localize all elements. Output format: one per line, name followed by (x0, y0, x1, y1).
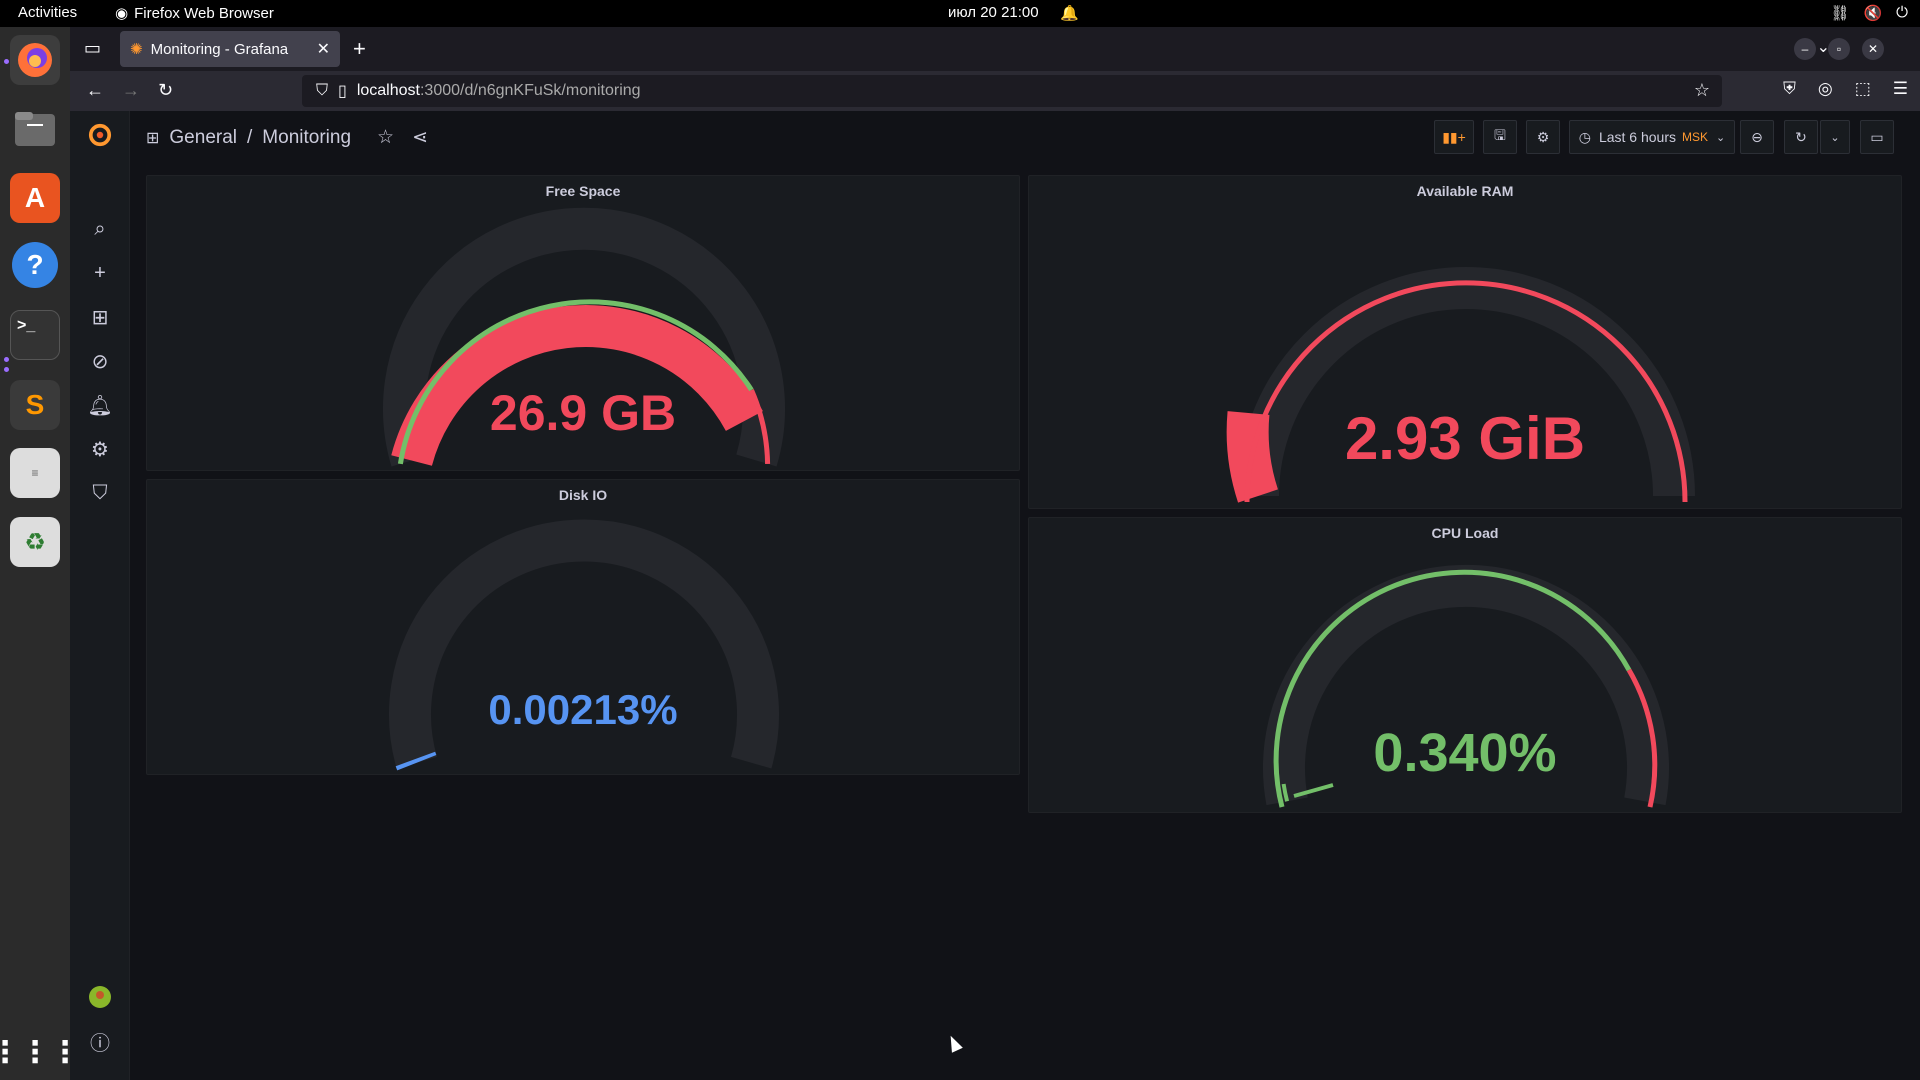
timezone-label: MSK (1682, 130, 1709, 144)
time-picker-button[interactable]: ◷ Last 6 hours MSK ⌄ (1569, 120, 1735, 154)
dashboard-settings-button[interactable]: ⚙ (1526, 120, 1560, 154)
tab-strip: ▭ ✺ Monitoring - Grafana ✕ + ⌄ – ▫ ✕ (70, 27, 1920, 71)
breadcrumb-separator: / (247, 126, 253, 148)
close-window-button[interactable]: ✕ (1862, 38, 1884, 60)
dock-sublime-icon[interactable]: S (10, 380, 60, 430)
gauge-threshold-blue (407, 761, 412, 766)
gauge-value: 2.93 GiB (1344, 405, 1586, 472)
panel-title: Free Space (545, 183, 621, 199)
save-dashboard-button[interactable]: 🖫 (1483, 120, 1517, 154)
refresh-button[interactable]: ↻ (1784, 120, 1818, 154)
notification-bell-icon: 🔔 (1060, 5, 1079, 22)
activities-button[interactable]: Activities (18, 4, 77, 21)
dock-trash-icon[interactable]: ♻ (10, 517, 60, 567)
show-apps-icon[interactable]: ⋮⋮⋮ (0, 1027, 80, 1077)
search-icon[interactable]: ⌕ (88, 217, 112, 241)
minimize-button[interactable]: – (1794, 38, 1816, 60)
clock[interactable]: июл 20 21:00 (948, 4, 1039, 21)
bookmark-star-icon[interactable]: ☆ (1694, 80, 1710, 101)
clock-icon: ◷ (1578, 128, 1591, 145)
dock-server-icon[interactable]: ≡ (10, 448, 60, 498)
panel-title: Available RAM (1416, 183, 1514, 199)
refresh-interval-chevron-icon[interactable]: ⌄ (1820, 120, 1850, 154)
panel-title: Disk IO (558, 487, 608, 503)
dock-running-indicator (4, 357, 9, 362)
address-bar[interactable]: ⛉ ▯ localhost :3000/d/n6gnKFuSk/monitori… (302, 75, 1722, 107)
panel-available-ram[interactable]: Available RAM 2.93 GiB (1028, 175, 1902, 509)
help-icon[interactable]: ⓘ (88, 1029, 112, 1055)
explore-icon[interactable]: ⊘ (88, 349, 112, 373)
panel-title: CPU Load (1431, 525, 1499, 541)
tab-overview-icon[interactable]: ▭ (84, 38, 101, 59)
chevron-down-icon: ⌄ (1716, 131, 1726, 144)
url-host: localhost (356, 82, 420, 99)
grafana-favicon-icon: ✺ (130, 41, 143, 58)
tab-close-icon[interactable]: ✕ (317, 39, 330, 59)
gauge-value: 0.340% (1373, 723, 1557, 783)
zoom-out-button[interactable]: ⊖ (1740, 120, 1774, 154)
star-icon[interactable]: ☆ (377, 126, 394, 149)
dock-terminal-icon[interactable]: >_ (10, 310, 60, 360)
breadcrumb-dashboard[interactable]: Monitoring (262, 127, 351, 149)
back-button[interactable]: ← (86, 80, 104, 101)
pocket-icon[interactable]: ⛨ (1783, 79, 1796, 99)
dashboard-header: ⊞ General / Monitoring ☆ ⋖ ▮▮+ 🖫 ⚙ ◷ Las… (130, 111, 1920, 171)
system-tray[interactable]: ⛓ 🔇 ⏻ (1830, 4, 1908, 22)
menu-icon[interactable]: ☰ (1893, 79, 1908, 99)
tab-title: Monitoring - Grafana (150, 40, 289, 58)
dock-running-indicator (4, 367, 9, 372)
gauge-value: 26.9 GB (489, 385, 677, 441)
grafana-logo-icon[interactable] (88, 123, 112, 147)
new-tab-button[interactable]: + (353, 36, 366, 62)
dock-running-indicator (4, 59, 9, 64)
share-icon[interactable]: ⋖ (412, 126, 428, 149)
grafana-main: ⊞ General / Monitoring ☆ ⋖ ▮▮+ 🖫 ⚙ ◷ Las… (130, 111, 1920, 1080)
nav-bar: ← → ↻ ⛉ ▯ localhost :3000/d/n6gnKFuSk/mo… (70, 71, 1920, 111)
breadcrumb-folder[interactable]: General (169, 127, 237, 149)
volume-icon: 🔇 (1863, 5, 1883, 22)
dock-files-icon[interactable] (10, 104, 60, 154)
tv-mode-button[interactable]: ▭ (1860, 120, 1894, 154)
alerting-bell-icon[interactable]: 🔔︎ (87, 393, 112, 417)
dock-help-icon[interactable]: ? (12, 242, 58, 288)
panel-cpu-load[interactable]: CPU Load 0.340% (1028, 517, 1902, 813)
dock-firefox-icon[interactable] (10, 35, 60, 85)
network-icon: ⛓ (1830, 5, 1850, 22)
dashboards-icon[interactable]: ⊞ (88, 305, 112, 329)
panel-disk-io[interactable]: Disk IO 0.00213% (146, 479, 1020, 775)
time-range-label: Last 6 hours (1598, 129, 1677, 145)
shield-icon: ⛉ (316, 82, 329, 99)
firefox-icon: ◉ (115, 5, 129, 22)
url-path: :3000/d/n6gnKFuSk/monitoring (419, 82, 641, 99)
app-name: Firefox Web Browser (134, 4, 274, 22)
extensions-icon[interactable]: ⬚ (1855, 79, 1871, 99)
dock-software-icon[interactable]: A (10, 173, 60, 223)
add-panel-button[interactable]: ▮▮+ (1434, 120, 1474, 154)
grafana-sidebar: ⌕ + ⊞ ⊘ 🔔︎ ⚙ ⛉ ⓘ (70, 111, 130, 1080)
app-menu[interactable]: ◉ Firefox Web Browser (115, 4, 274, 23)
dashboards-grid-icon: ⊞ (146, 129, 160, 147)
maximize-button[interactable]: ▫ (1828, 38, 1850, 60)
avatar[interactable] (88, 985, 112, 1009)
create-icon[interactable]: + (88, 261, 112, 285)
gauge-value-arc (395, 751, 437, 771)
gauge-value: 0.00213% (488, 686, 678, 733)
toolbar-right: ⛨ ◎ ⬚ ☰ (1783, 79, 1908, 99)
power-icon: ⏻ (1896, 4, 1908, 21)
configuration-gear-icon[interactable]: ⚙ (88, 437, 112, 461)
account-icon[interactable]: ◎ (1818, 79, 1833, 99)
system-top-bar: Activities ◉ Firefox Web Browser июл 20 … (0, 0, 1920, 27)
dock: A ? >_ S ≡ ♻ ⋮⋮⋮ (0, 27, 80, 1080)
breadcrumb: ⊞ General / Monitoring ☆ ⋖ (146, 126, 428, 149)
panel-free-space[interactable]: Free Space 26.9 GB (146, 175, 1020, 471)
page-icon: ▯ (338, 83, 347, 100)
reload-button[interactable]: ↻ (158, 80, 173, 101)
tab-monitoring[interactable]: ✺ Monitoring - Grafana ✕ (120, 31, 340, 67)
server-admin-shield-icon[interactable]: ⛉ (88, 481, 112, 505)
forward-button[interactable]: → (122, 80, 140, 101)
